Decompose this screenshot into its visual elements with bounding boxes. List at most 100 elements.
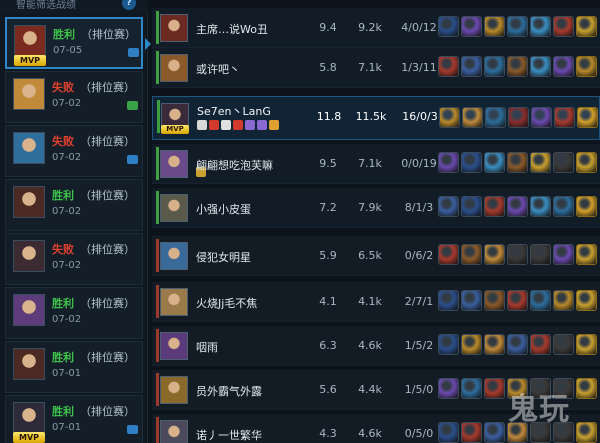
champion-avatar[interactable] — [160, 14, 188, 42]
player-name[interactable]: 或许吧丶 — [196, 61, 240, 77]
player-name[interactable]: 诺丿一世繁华 — [196, 427, 262, 443]
item-icon[interactable] — [484, 422, 505, 443]
trinket-icon[interactable] — [576, 334, 597, 355]
item-icon[interactable] — [438, 16, 459, 37]
player-name[interactable]: 火烧Jj毛不焦 — [196, 295, 257, 311]
item-icon[interactable] — [530, 290, 551, 311]
trinket-icon[interactable] — [576, 244, 597, 265]
share-icon[interactable] — [127, 101, 138, 110]
item-icon[interactable] — [461, 244, 482, 265]
item-icon[interactable] — [507, 334, 528, 355]
trinket-icon[interactable] — [576, 56, 597, 77]
item-icon[interactable] — [461, 56, 482, 77]
item-icon[interactable] — [507, 290, 528, 311]
item-icon[interactable] — [530, 56, 551, 77]
item-icon[interactable] — [508, 107, 529, 128]
item-icon[interactable] — [553, 56, 574, 77]
item-icon[interactable] — [462, 107, 483, 128]
item-icon[interactable] — [461, 378, 482, 399]
item-icon[interactable] — [553, 244, 574, 265]
player-name[interactable]: 小强小皮蛋 — [196, 201, 251, 217]
item-icon[interactable] — [438, 290, 459, 311]
item-icon[interactable] — [438, 378, 459, 399]
item-icon[interactable] — [461, 422, 482, 443]
item-icon[interactable] — [553, 16, 574, 37]
item-icon[interactable] — [530, 334, 551, 355]
match-card[interactable]: 胜利 （排位赛） 07-02 — [5, 179, 143, 231]
trinket-icon[interactable] — [576, 422, 597, 443]
item-icon[interactable] — [530, 152, 551, 173]
player-name[interactable]: Se7en丶LanG — [197, 103, 271, 119]
champion-avatar[interactable] — [160, 376, 188, 404]
trinket-icon[interactable] — [577, 107, 598, 128]
item-icon[interactable] — [461, 290, 482, 311]
match-card[interactable]: 胜利 （排位赛） 07-01 — [5, 341, 143, 393]
replay-icon[interactable] — [127, 425, 138, 434]
item-icon[interactable] — [484, 152, 505, 173]
replay-icon[interactable] — [127, 155, 138, 164]
item-icon[interactable] — [461, 152, 482, 173]
champion-avatar[interactable] — [160, 150, 188, 178]
player-row[interactable]: 小强小皮蛋 7.2 7.9k 8/1/3 — [152, 188, 600, 228]
player-row-self[interactable]: MVP Se7en丶LanG 11.8 11.5k 16/0/3 — [152, 96, 600, 140]
match-card[interactable]: 失败 （排位赛） 07-02 — [5, 125, 143, 177]
match-card[interactable]: 胜利 （排位赛） 07-02 — [5, 287, 143, 339]
item-icon[interactable] — [507, 244, 528, 265]
trinket-icon[interactable] — [576, 152, 597, 173]
item-icon[interactable] — [484, 290, 505, 311]
trinket-icon[interactable] — [576, 196, 597, 217]
match-card[interactable]: 失败 （排位赛） 07-02 — [5, 71, 143, 123]
item-icon[interactable] — [484, 56, 505, 77]
item-icon[interactable] — [485, 107, 506, 128]
player-name[interactable]: 咽雨 — [196, 339, 218, 355]
help-icon[interactable]: ? — [122, 0, 136, 10]
item-icon[interactable] — [484, 16, 505, 37]
trinket-icon[interactable] — [576, 290, 597, 311]
item-icon[interactable] — [554, 107, 575, 128]
champion-avatar[interactable] — [160, 242, 188, 270]
trinket-icon[interactable] — [576, 16, 597, 37]
item-icon[interactable] — [553, 196, 574, 217]
item-icon[interactable] — [507, 196, 528, 217]
item-icon[interactable] — [484, 244, 505, 265]
item-icon[interactable] — [461, 16, 482, 37]
item-icon[interactable] — [507, 16, 528, 37]
item-icon[interactable] — [461, 196, 482, 217]
match-card[interactable]: MVP 胜利 （排位赛） 07-05 — [5, 17, 143, 69]
trinket-icon[interactable] — [576, 378, 597, 399]
item-icon[interactable] — [484, 334, 505, 355]
player-row[interactable]: 咽雨 6.3 4.6k 1/5/2 — [152, 326, 600, 366]
item-icon[interactable] — [530, 244, 551, 265]
player-name[interactable]: 主席…说Wo丑 — [196, 21, 268, 37]
player-name[interactable]: 侵犯女明星 — [196, 249, 251, 265]
item-icon[interactable] — [553, 152, 574, 173]
item-icon[interactable] — [484, 378, 505, 399]
player-row[interactable]: 火烧Jj毛不焦 4.1 4.1k 2/7/1 — [152, 282, 600, 322]
item-icon[interactable] — [439, 107, 460, 128]
item-icon[interactable] — [438, 244, 459, 265]
item-icon[interactable] — [438, 196, 459, 217]
player-row[interactable]: 主席…说Wo丑 9.4 9.2k 4/0/12 — [152, 8, 600, 48]
item-icon[interactable] — [531, 107, 552, 128]
item-icon[interactable] — [530, 196, 551, 217]
champion-avatar[interactable] — [160, 332, 188, 360]
item-icon[interactable] — [438, 422, 459, 443]
item-icon[interactable] — [530, 16, 551, 37]
champion-avatar[interactable] — [160, 288, 188, 316]
champion-avatar[interactable] — [160, 420, 188, 443]
item-icon[interactable] — [553, 334, 574, 355]
item-icon[interactable] — [484, 196, 505, 217]
item-icon[interactable] — [507, 152, 528, 173]
item-icon[interactable] — [438, 56, 459, 77]
player-name[interactable]: 员外霸气外露 — [196, 383, 262, 399]
replay-icon[interactable] — [128, 48, 139, 57]
item-icon[interactable] — [461, 334, 482, 355]
player-row[interactable]: 侵犯女明星 5.9 6.5k 0/6/2 — [152, 236, 600, 276]
champion-avatar[interactable] — [160, 54, 188, 82]
match-card[interactable]: MVP 胜利 （排位赛） 07-01 — [5, 395, 143, 443]
item-icon[interactable] — [507, 56, 528, 77]
item-icon[interactable] — [553, 290, 574, 311]
player-row[interactable]: 或许吧丶 5.8 7.1k 1/3/11 — [152, 48, 600, 88]
item-icon[interactable] — [438, 152, 459, 173]
champion-avatar[interactable] — [160, 194, 188, 222]
